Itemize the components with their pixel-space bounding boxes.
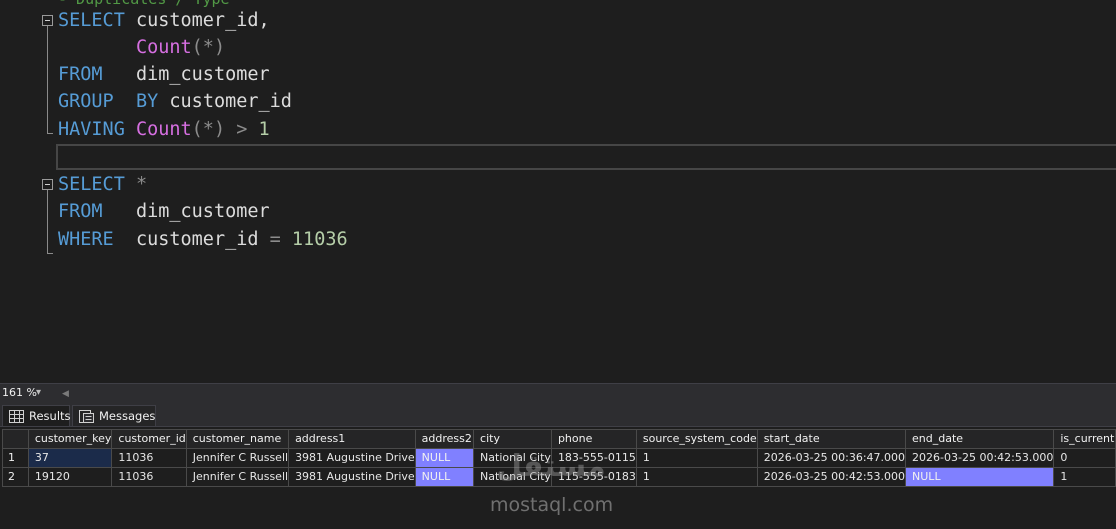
code-token: (*) > (191, 119, 259, 140)
cell[interactable]: Jennifer C Russell (185, 467, 290, 487)
sql-editor[interactable]: - Duplicates / Type SELECT customer_id, … (0, 0, 1116, 383)
collapse-icon[interactable] (42, 179, 53, 190)
column-header[interactable]: customer_key (27, 429, 113, 449)
current-line-highlight (56, 144, 1116, 170)
cell[interactable]: 2026-03-25 00:42:53.000 (756, 467, 907, 487)
code-line[interactable]: GROUP BY customer_id (58, 88, 292, 115)
code-line[interactable]: FROM dim_customer (58, 61, 270, 88)
watermark-text: mostaql.com (490, 494, 614, 516)
code-token: Count (135, 119, 192, 140)
null-cell[interactable]: NULL (414, 448, 475, 468)
cell[interactable]: 0 (1053, 448, 1116, 468)
cell[interactable]: 1 (635, 467, 758, 487)
scroll-left-icon[interactable]: ◀ (62, 389, 69, 399)
code-token: dim_customer (102, 64, 270, 85)
editor-gutter (0, 0, 26, 383)
cell[interactable]: 1 (1053, 467, 1116, 487)
code-line[interactable]: Count(*) (58, 34, 225, 61)
fold-guide (47, 26, 48, 133)
code-token: Count (135, 37, 192, 58)
grid-icon (9, 410, 24, 423)
code-token: FROM (58, 64, 103, 85)
code-token: 11036 (291, 229, 348, 250)
row-number[interactable]: 1 (2, 448, 29, 468)
column-header[interactable]: source_system_code (635, 429, 758, 449)
cell[interactable]: 11036 (111, 467, 187, 487)
code-token: dim_customer (102, 201, 270, 222)
column-header[interactable]: city (473, 429, 552, 449)
code-line[interactable]: HAVING Count(*) > 1 (58, 116, 270, 143)
code-token: HAVING (58, 119, 125, 140)
code-token: customer_id (158, 91, 292, 112)
code-token: SELECT (58, 174, 125, 195)
header-row: customer_key customer_id customer_name a… (2, 429, 1116, 449)
messages-icon (79, 410, 94, 423)
collapse-icon[interactable] (42, 15, 53, 26)
fold-guide-end (47, 253, 53, 254)
column-header[interactable]: customer_name (185, 429, 290, 449)
code-token: WHERE (58, 229, 114, 250)
cell[interactable]: 2026-03-25 00:42:53.000 (905, 448, 1055, 468)
code-token: * (135, 174, 148, 195)
zoom-level[interactable]: 161 % (2, 386, 37, 399)
results-tabs: Results Messages (0, 403, 1116, 426)
row-number[interactable]: 2 (2, 467, 29, 487)
cell[interactable]: 2026-03-25 00:36:47.000 (756, 448, 907, 468)
cell[interactable]: 3981 Augustine Drive (288, 467, 416, 487)
watermark-logo: مستقل (496, 449, 606, 484)
cell[interactable]: 1 (635, 448, 758, 468)
tab-messages-label: Messages (99, 409, 156, 423)
column-header[interactable]: end_date (905, 429, 1055, 449)
column-header[interactable]: customer_id (111, 429, 187, 449)
code-token: BY (135, 91, 159, 112)
code-line[interactable]: SELECT customer_id, (58, 7, 270, 34)
cell[interactable]: 37 (27, 448, 113, 468)
null-cell[interactable]: NULL (905, 467, 1055, 487)
tab-messages[interactable]: Messages (72, 405, 156, 426)
code-token: = (269, 229, 281, 250)
code-token: SELECT (58, 10, 125, 31)
tab-results-label: Results (29, 409, 71, 423)
column-header[interactable]: address2 (414, 429, 475, 449)
fold-guide-end (47, 133, 53, 134)
null-cell[interactable]: NULL (414, 467, 475, 487)
tab-results[interactable]: Results (2, 405, 71, 426)
code-line[interactable]: WHERE customer_id = 11036 (58, 226, 348, 253)
code-token: FROM (58, 201, 103, 222)
fold-guide (47, 190, 48, 253)
code-line[interactable]: SELECT * (58, 171, 147, 198)
column-header[interactable]: start_date (756, 429, 907, 449)
code-token: customer_id, (124, 10, 270, 31)
column-header[interactable]: address1 (288, 429, 416, 449)
code-line[interactable]: FROM dim_customer (58, 198, 270, 225)
cell[interactable]: 11036 (111, 448, 187, 468)
code-token: customer_id (113, 229, 270, 250)
column-header[interactable]: phone (550, 429, 637, 449)
code-token: GROUP (58, 91, 114, 112)
chevron-down-icon[interactable]: ▾ (36, 387, 41, 398)
row-number-header[interactable] (2, 429, 29, 449)
cell[interactable]: Jennifer C Russell (185, 448, 290, 468)
code-token: 1 (258, 119, 270, 140)
zoom-bar: 161 % ▾ ◀ (0, 383, 1116, 403)
code-token: (*) (191, 37, 226, 58)
cell[interactable]: 19120 (27, 467, 113, 487)
cell[interactable]: 3981 Augustine Drive (288, 448, 416, 468)
column-header[interactable]: is_current (1053, 429, 1116, 449)
